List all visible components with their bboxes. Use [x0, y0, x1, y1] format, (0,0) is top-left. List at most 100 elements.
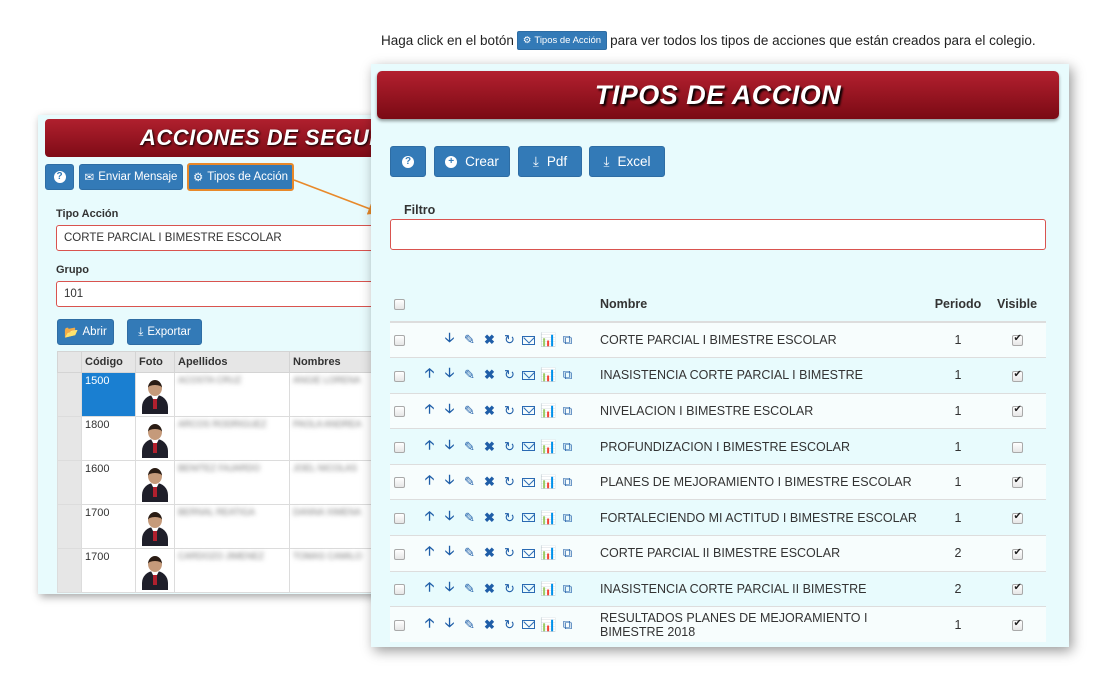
pencil-icon[interactable]: ✎	[462, 617, 477, 633]
visible-checkbox[interactable]	[1011, 582, 1023, 596]
row-checkbox[interactable]	[394, 406, 405, 418]
student-row[interactable]: 1700 BERNAL REATIGA DANNA XIMENA	[57, 504, 390, 549]
refresh-icon[interactable]: ↻	[502, 332, 517, 348]
arrow-down-icon[interactable]: 🡣	[442, 436, 457, 458]
envelope-icon[interactable]	[522, 370, 535, 380]
refresh-icon[interactable]: ↻	[502, 403, 517, 419]
action-type-row[interactable]: 🡡 🡣 ✎ ✖ ↻ 📊 ⧉ NIVELACION I BIMESTRE ESCOLAR 1	[390, 392, 1046, 429]
row-checkbox[interactable]	[394, 584, 405, 596]
row-selector[interactable]	[57, 504, 82, 549]
pencil-icon[interactable]: ✎	[462, 510, 477, 526]
delete-x-icon[interactable]: ✖	[482, 617, 497, 633]
pencil-icon[interactable]: ✎	[462, 332, 477, 348]
export-button[interactable]: ⤓ Exportar	[127, 319, 202, 345]
envelope-icon[interactable]	[522, 620, 535, 630]
bar-chart-icon[interactable]: 📊	[540, 403, 556, 419]
action-type-row[interactable]: 🡡 🡣 ✎ ✖ ↻ 📊 ⧉ INASISTENCIA CORTE PARCIAL I BIME…	[390, 357, 1046, 394]
visible-checkbox[interactable]	[1011, 547, 1023, 560]
arrow-up-icon[interactable]: 🡡	[422, 471, 437, 493]
envelope-icon[interactable]	[522, 406, 535, 416]
pencil-icon[interactable]: ✎	[462, 403, 477, 419]
create-button[interactable]: + Crear	[434, 146, 510, 177]
delete-x-icon[interactable]: ✖	[482, 439, 497, 455]
refresh-icon[interactable]: ↻	[502, 367, 517, 383]
delete-x-icon[interactable]: ✖	[482, 332, 497, 348]
refresh-icon[interactable]: ↻	[502, 474, 517, 490]
arrow-up-icon[interactable]: 🡡	[422, 614, 437, 636]
arrow-down-icon[interactable]: 🡣	[442, 471, 457, 493]
pencil-icon[interactable]: ✎	[462, 474, 477, 490]
copy-icon[interactable]: ⧉	[560, 332, 575, 348]
refresh-icon[interactable]: ↻	[502, 617, 517, 633]
row-checkbox[interactable]	[394, 512, 405, 524]
arrow-up-icon[interactable]: 🡡	[422, 364, 437, 386]
action-type-row[interactable]: 🡡 🡣 ✎ ✖ ↻ 📊 ⧉ RESULTADOS PLANES DE MEJORAMIENTO…	[390, 606, 1046, 643]
arrow-up-icon[interactable]: 🡡	[422, 436, 437, 458]
copy-icon[interactable]: ⧉	[560, 439, 575, 455]
visible-checkbox[interactable]	[1011, 369, 1023, 382]
help-button[interactable]: ?	[45, 164, 74, 190]
action-type-row[interactable]: 🡡 🡣 ✎ ✖ ↻ 📊 ⧉ PLANES DE MEJORAMIENTO I BIMESTRE…	[390, 463, 1046, 500]
send-message-button[interactable]: ✉ Enviar Mensaje	[79, 164, 183, 190]
action-type-row[interactable]: 🡡 🡣 ✎ ✖ ↻ 📊 ⧉ INASISTENCIA CORTE PARCIAL II BIM…	[390, 570, 1046, 607]
student-row[interactable]: 1800 ARCOS RODRIGUEZ PAOLA ANDREA	[57, 416, 390, 461]
visible-checkbox[interactable]	[1011, 475, 1023, 489]
pencil-icon[interactable]: ✎	[462, 581, 477, 597]
bar-chart-icon[interactable]: 📊	[540, 617, 556, 633]
pencil-icon[interactable]: ✎	[462, 439, 477, 455]
row-selector[interactable]	[57, 416, 82, 461]
arrow-up-icon[interactable]: 🡡	[422, 542, 437, 564]
bar-chart-icon[interactable]: 📊	[540, 545, 556, 561]
envelope-icon[interactable]	[522, 513, 535, 523]
arrow-down-icon[interactable]: 🡣	[442, 364, 457, 386]
action-types-button[interactable]: ⚙ Tipos de Acción	[187, 163, 294, 191]
help-button[interactable]: ?	[390, 146, 426, 177]
arrow-down-icon[interactable]: 🡣	[442, 578, 457, 600]
refresh-icon[interactable]: ↻	[502, 545, 517, 561]
delete-x-icon[interactable]: ✖	[482, 581, 497, 597]
copy-icon[interactable]: ⧉	[560, 510, 575, 526]
delete-x-icon[interactable]: ✖	[482, 403, 497, 419]
open-button[interactable]: 📂 Abrir	[57, 319, 114, 345]
refresh-icon[interactable]: ↻	[502, 439, 517, 455]
envelope-icon[interactable]	[522, 548, 535, 558]
row-checkbox[interactable]	[394, 548, 405, 560]
copy-icon[interactable]: ⧉	[560, 367, 575, 383]
visible-checkbox[interactable]	[1011, 511, 1023, 524]
row-selector[interactable]	[57, 460, 82, 505]
bar-chart-icon[interactable]: 📊	[540, 510, 556, 526]
delete-x-icon[interactable]: ✖	[482, 474, 497, 490]
visible-checkbox[interactable]	[1011, 618, 1023, 631]
arrow-down-icon[interactable]: 🡣	[442, 542, 457, 564]
copy-icon[interactable]: ⧉	[560, 617, 575, 633]
pdf-button[interactable]: ⤓ Pdf	[518, 146, 582, 177]
student-row[interactable]: 1500 ACOSTA CRUZ ANGIE LORENA	[57, 372, 390, 417]
refresh-icon[interactable]: ↻	[502, 510, 517, 526]
arrow-down-icon[interactable]: 🡣	[442, 614, 457, 636]
visible-checkbox[interactable]	[1011, 441, 1023, 453]
copy-icon[interactable]: ⧉	[560, 545, 575, 561]
visible-checkbox[interactable]	[1011, 333, 1023, 347]
action-type-row[interactable]: 🡡 🡣 ✎ ✖ ↻ 📊 ⧉ FORTALECIENDO MI ACTITUD I BIMEST…	[390, 499, 1046, 536]
bar-chart-icon[interactable]: 📊	[540, 474, 556, 490]
pencil-icon[interactable]: ✎	[462, 367, 477, 383]
arrow-up-icon[interactable]: 🡡	[422, 400, 437, 422]
row-checkbox[interactable]	[394, 620, 405, 631]
copy-icon[interactable]: ⧉	[560, 581, 575, 597]
delete-x-icon[interactable]: ✖	[482, 545, 497, 561]
copy-icon[interactable]: ⧉	[560, 474, 575, 490]
arrow-down-icon[interactable]: 🡣	[442, 507, 457, 529]
arrow-up-icon[interactable]: 🡡	[422, 578, 437, 600]
row-checkbox[interactable]	[394, 335, 405, 347]
copy-icon[interactable]: ⧉	[560, 403, 575, 419]
row-selector[interactable]	[57, 548, 82, 593]
row-checkbox[interactable]	[394, 441, 405, 453]
bar-chart-icon[interactable]: 📊	[540, 367, 556, 383]
bar-chart-icon[interactable]: 📊	[540, 439, 556, 455]
bar-chart-icon[interactable]: 📊	[540, 581, 556, 597]
envelope-icon[interactable]	[522, 442, 535, 452]
row-selector[interactable]	[57, 372, 82, 417]
filter-input[interactable]	[390, 219, 1046, 250]
delete-x-icon[interactable]: ✖	[482, 367, 497, 383]
bar-chart-icon[interactable]: 📊	[540, 332, 556, 348]
